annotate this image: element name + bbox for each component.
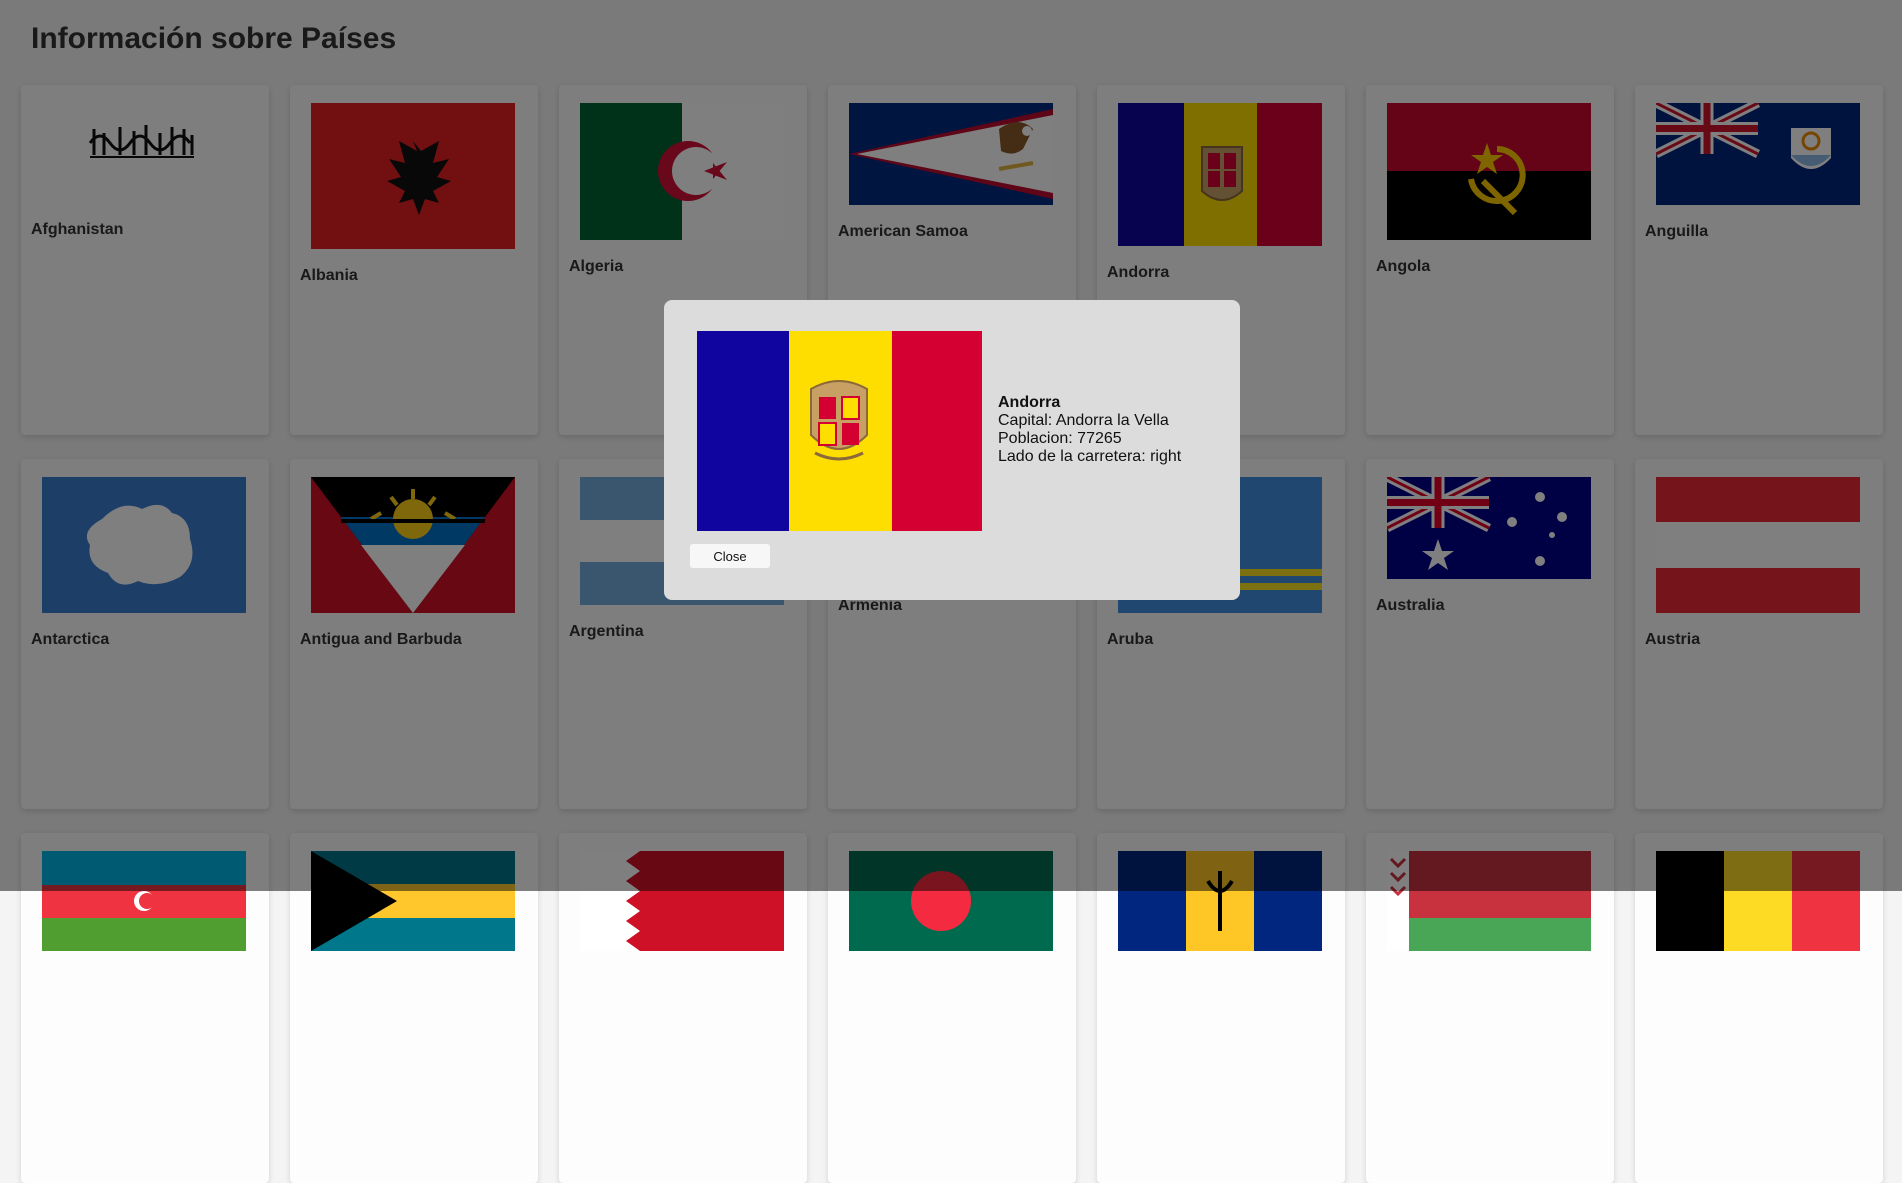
country-name: Andorra	[998, 394, 1061, 411]
population-text: Poblacion: 77265	[998, 430, 1122, 447]
country-modal: Andorra Capital: Andorra la Vella Poblac…	[664, 300, 1240, 600]
country-info: Andorra Capital: Andorra la Vella Poblac…	[998, 394, 1181, 466]
close-button[interactable]: Close	[690, 544, 770, 568]
driving-side-text: Lado de la carretera: right	[998, 448, 1182, 465]
andorra-flag	[697, 331, 982, 531]
capital-text: Capital: Andorra la Vella	[998, 412, 1169, 429]
